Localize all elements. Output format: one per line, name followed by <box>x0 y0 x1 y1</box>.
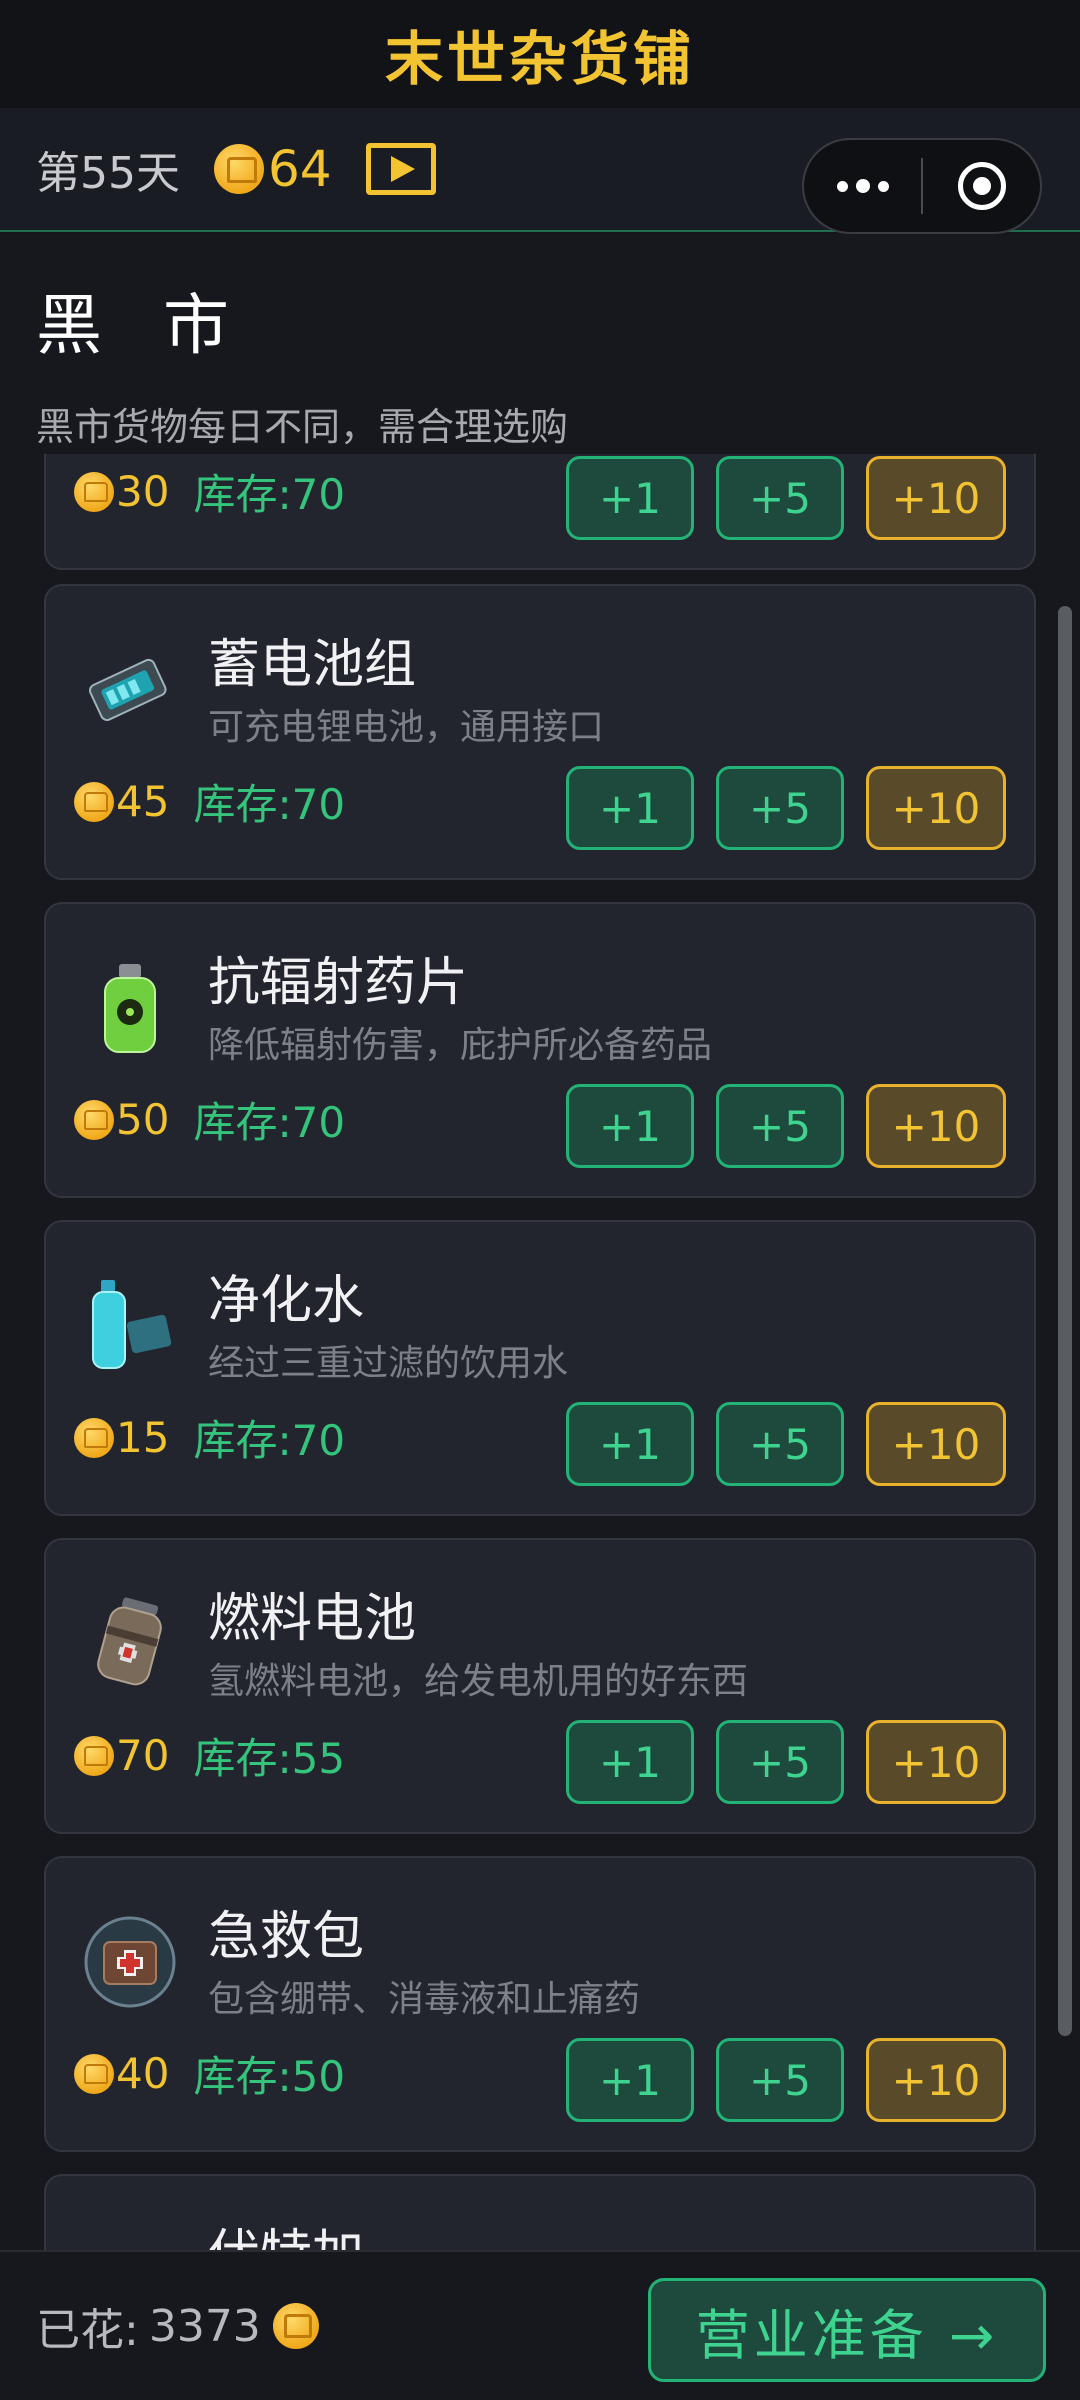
buy-10-button[interactable]: +10 <box>866 1084 1006 1168</box>
item-price: 30 <box>116 467 170 516</box>
item-card: 蓄电池组 可充电锂电池，通用接口 45 库存:70 +1 +5 +10 <box>44 584 1036 880</box>
miniprogram-capsule <box>802 138 1042 234</box>
item-price: 70 <box>116 1731 170 1780</box>
prepare-business-button[interactable]: 营业准备 → <box>648 2278 1046 2382</box>
coin-balance: 64 <box>268 140 332 198</box>
buy-10-button[interactable]: +10 <box>866 456 1006 540</box>
item-price: 45 <box>116 777 170 826</box>
section-header: 黑 市 黑市货物每日不同，需合理选购 <box>0 234 1080 454</box>
spent-value: 3373 <box>148 2300 261 2352</box>
item-price: 15 <box>116 1413 170 1462</box>
item-stock: 库存:70 <box>193 1098 346 1147</box>
item-card: 30 库存:70 +1 +5 +10 <box>44 454 1036 570</box>
buy-5-button[interactable]: +5 <box>716 2038 844 2122</box>
item-card: 抗辐射药片 降低辐射伤害，庇护所必备药品 50 库存:70 +1 +5 +10 <box>44 902 1036 1198</box>
item-price: 50 <box>116 1095 170 1144</box>
radiation-pill-bottle-icon <box>82 960 178 1056</box>
buy-1-button[interactable]: +1 <box>566 2038 694 2122</box>
buy-1-button[interactable]: +1 <box>566 1402 694 1486</box>
item-name: 急救包 <box>208 1907 365 1967</box>
buy-5-button[interactable]: +5 <box>716 1402 844 1486</box>
item-description: 包含绷带、消毒液和止痛药 <box>208 1979 641 2020</box>
close-target-icon[interactable] <box>923 140 1040 232</box>
buy-1-button[interactable]: +1 <box>566 1084 694 1168</box>
item-stock: 库存:50 <box>193 2052 346 2101</box>
buy-5-button[interactable]: +5 <box>716 1084 844 1168</box>
day-counter: 第55天 <box>36 148 180 199</box>
coin-icon <box>74 1099 114 1140</box>
video-ad-icon[interactable] <box>365 143 436 195</box>
item-name: 蓄电池组 <box>208 635 417 695</box>
buy-1-button[interactable]: +1 <box>566 1720 694 1804</box>
coin-icon <box>74 471 114 512</box>
buy-5-button[interactable]: +5 <box>716 1720 844 1804</box>
item-card: 急救包 包含绷带、消毒液和止痛药 40 库存:50 +1 +5 +10 <box>44 1856 1036 2152</box>
item-name: 净化水 <box>208 1271 365 1331</box>
water-bottle-icon <box>82 1278 178 1374</box>
app-title: 末世杂货铺 <box>384 25 695 93</box>
bottom-bar: 已花: 3373 营业准备 → <box>0 2250 1080 2400</box>
item-card: 净化水 经过三重过滤的饮用水 15 库存:70 +1 +5 +10 <box>44 1220 1036 1516</box>
item-name: 抗辐射药片 <box>208 953 469 1013</box>
coin-icon <box>74 781 114 822</box>
item-name: 燃料电池 <box>208 1589 417 1649</box>
buy-5-button[interactable]: +5 <box>716 456 844 540</box>
first-aid-kit-icon <box>82 1914 178 2010</box>
section-title: 黑 市 <box>36 287 249 364</box>
item-stock: 库存:70 <box>193 470 346 519</box>
spent-label: 已花: <box>36 2305 139 2356</box>
item-description: 可充电锂电池，通用接口 <box>208 707 605 748</box>
section-subtitle: 黑市货物每日不同，需合理选购 <box>36 405 569 449</box>
coin-icon <box>74 1417 114 1458</box>
title-bar: 末世杂货铺 <box>0 0 1080 108</box>
item-description: 降低辐射伤害，庇护所必备药品 <box>208 1025 713 1066</box>
item-description: 经过三重过滤的饮用水 <box>208 1343 569 1384</box>
more-menu-icon[interactable] <box>804 140 921 232</box>
coin-icon <box>214 144 264 194</box>
fuel-cell-icon <box>82 1596 178 1692</box>
buy-10-button[interactable]: +10 <box>866 766 1006 850</box>
vodka-bottle-icon <box>82 2232 178 2250</box>
buy-10-button[interactable]: +10 <box>866 1720 1006 1804</box>
coin-icon <box>272 2303 319 2349</box>
item-card: 燃料电池 氢燃料电池，给发电机用的好东西 70 库存:55 +1 +5 +10 <box>44 1538 1036 1834</box>
scrollbar[interactable] <box>1058 606 1072 2036</box>
coin-icon <box>74 1735 114 1776</box>
item-stock: 库存:70 <box>193 1416 346 1465</box>
item-card: 伏特加 <box>44 2174 1036 2250</box>
buy-10-button[interactable]: +10 <box>866 2038 1006 2122</box>
item-price: 40 <box>116 2049 170 2098</box>
buy-10-button[interactable]: +10 <box>866 1402 1006 1486</box>
buy-1-button[interactable]: +1 <box>566 766 694 850</box>
item-stock: 库存:55 <box>193 1734 346 1783</box>
buy-1-button[interactable]: +1 <box>566 456 694 540</box>
item-list[interactable]: 30 库存:70 +1 +5 +10 蓄电池组 可充电锂电池，通用接口 45 库… <box>0 454 1080 2250</box>
item-stock: 库存:70 <box>193 780 346 829</box>
item-description: 氢燃料电池，给发电机用的好东西 <box>208 1661 749 1702</box>
battery-pack-icon <box>82 642 178 738</box>
coin-icon <box>74 2053 114 2094</box>
buy-5-button[interactable]: +5 <box>716 766 844 850</box>
item-name: 伏特加 <box>208 2212 364 2250</box>
